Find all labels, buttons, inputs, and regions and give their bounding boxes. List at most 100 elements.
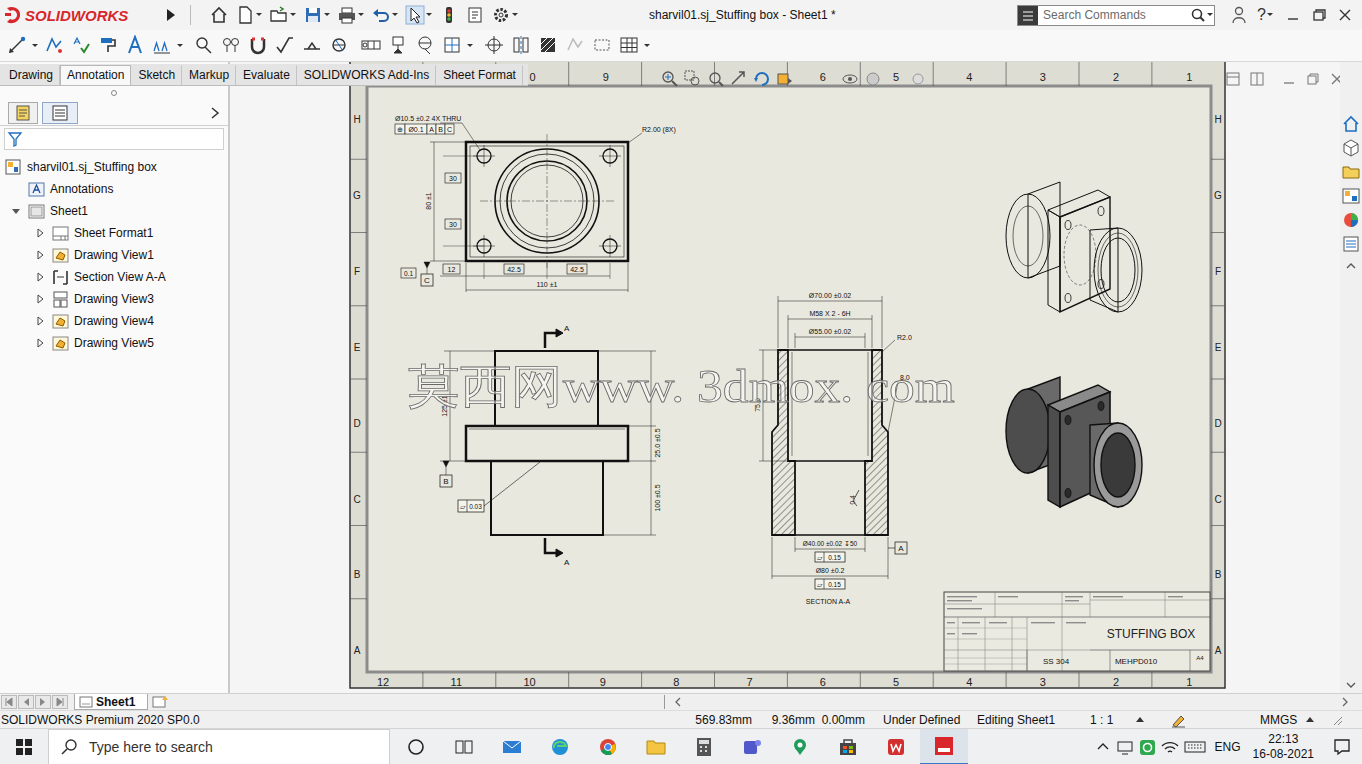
tree-item[interactable]: Drawing View1 [0,244,228,266]
scroll-up-icon[interactable] [1345,260,1357,272]
display-style-icon[interactable] [775,69,795,89]
sheet-nav-icon[interactable] [52,695,68,709]
search-placeholder[interactable]: Search Commands [1038,8,1190,22]
solidworks-taskbar-icon[interactable] [933,735,955,757]
design-library-icon[interactable] [1341,138,1361,160]
doc-close-icon[interactable] [1328,70,1340,88]
edge-icon[interactable] [549,736,571,758]
previous-view-icon[interactable] [706,69,726,89]
command-tab[interactable]: Evaluate [236,65,297,85]
search-scope-icon[interactable] [1018,6,1038,25]
dropdown-caret-icon[interactable] [466,41,474,51]
file-explorer-taskbar-icon[interactable] [645,736,667,758]
store-icon[interactable] [837,736,859,758]
show-hidden-icons-icon[interactable] [1095,739,1111,755]
panel-more-icon[interactable] [208,106,222,120]
dropdown-caret-icon[interactable] [1206,10,1214,20]
options-gear-icon[interactable] [491,5,511,25]
expand-arrow-icon[interactable] [34,227,46,239]
tree-item[interactable]: Drawing View3 [0,288,228,310]
format-painter-icon[interactable] [98,35,120,57]
mail-icon[interactable] [501,736,523,758]
hide-show-icon[interactable] [840,69,860,89]
taskbar-search[interactable]: Type here to search [48,729,390,764]
smart-dimension-icon[interactable] [7,35,29,57]
dropdown-caret-icon[interactable] [176,41,184,51]
maps-icon[interactable] [789,736,811,758]
weld-symbol-icon[interactable] [302,35,324,57]
balloon-icon[interactable] [194,35,216,57]
view-palette-icon[interactable] [1341,186,1361,208]
dropdown-caret-icon[interactable] [511,10,519,20]
pan-icon[interactable] [729,69,749,89]
rebuild-icon[interactable] [439,5,459,25]
dropdown-caret-icon[interactable] [323,10,331,20]
wps-office-icon[interactable] [885,736,907,758]
menu-expand-icon[interactable] [164,7,178,23]
clock[interactable]: 22:1316-08-2021 [1253,732,1314,762]
note-icon[interactable] [125,35,147,57]
expand-arrow-icon[interactable] [34,293,46,305]
magnetic-line-icon[interactable] [248,35,270,57]
appearances-icon[interactable] [1341,210,1361,232]
command-tab[interactable]: Sheet Format [436,65,523,85]
scroll-right-icon[interactable] [1338,695,1352,709]
scroll-left-icon[interactable] [671,695,685,709]
dropdown-caret-icon[interactable] [391,10,399,20]
hole-callout-icon[interactable] [329,35,351,57]
dropdown-caret-icon[interactable] [357,10,365,20]
select-icon[interactable] [405,5,425,25]
dropdown-caret-icon[interactable] [1266,10,1274,20]
teams-icon[interactable] [741,736,763,758]
dropdown-caret-icon[interactable] [643,41,651,51]
tree-item[interactable]: Section View A-A [0,266,228,288]
expand-arrow-icon[interactable] [34,337,46,349]
restore-icon[interactable] [1306,5,1332,25]
input-language[interactable]: ENG [1215,740,1241,754]
center-mark-icon[interactable] [484,35,506,57]
open-icon[interactable] [269,5,289,25]
dropdown-caret-icon[interactable] [289,10,297,20]
rotate-icon[interactable] [752,69,772,89]
save-icon[interactable] [303,5,323,25]
task-view-icon[interactable] [453,736,475,758]
resources-home-icon[interactable] [1341,114,1361,136]
windows-start-icon[interactable] [15,738,33,756]
spell-checker-icon[interactable] [71,35,93,57]
tile-view-icon[interactable] [1224,70,1242,88]
magnifier-icon[interactable] [1190,7,1206,23]
auto-balloon-icon[interactable] [221,35,243,57]
scroll-down-icon[interactable] [1345,679,1357,691]
tables-icon[interactable] [619,35,641,57]
feature-manager-tab-icon[interactable] [8,102,38,124]
quick-tips-icon[interactable] [1165,712,1200,728]
scale-menu-icon[interactable] [1130,713,1165,727]
centerline-icon[interactable] [511,35,533,57]
dropdown-caret-icon[interactable] [425,10,433,20]
help-button[interactable]: ? [1257,6,1266,24]
command-tab[interactable]: Sketch [131,65,182,85]
view-settings-icon[interactable] [908,69,928,89]
home-icon[interactable] [209,5,229,25]
new-window-icon[interactable] [1248,70,1266,88]
sheet-nav-icon[interactable] [35,695,51,709]
datum-target-icon[interactable] [415,35,437,57]
custom-properties-icon[interactable] [1341,234,1361,256]
calculator-icon[interactable] [693,736,715,758]
blocks-icon[interactable] [442,35,464,57]
model-items-icon[interactable] [44,35,66,57]
sheet-tab[interactable]: Sheet1 [74,694,148,710]
tree-item[interactable]: Drawing View4 [0,310,228,332]
tree-filter[interactable] [4,128,224,150]
geometric-tolerance-icon[interactable] [361,35,383,57]
chrome-icon[interactable] [597,736,619,758]
wifi-icon[interactable] [1159,738,1181,756]
command-tab[interactable]: Drawing [2,65,60,85]
doc-restore-icon[interactable] [1304,70,1322,88]
annotation-box-icon[interactable] [592,35,614,57]
expand-arrow-icon[interactable] [10,205,22,217]
property-manager-tab-icon[interactable] [42,102,78,124]
tree-item[interactable]: Drawing View5 [0,332,228,354]
revision-cloud-icon[interactable] [565,35,587,57]
command-tab[interactable]: Annotation [60,65,131,85]
